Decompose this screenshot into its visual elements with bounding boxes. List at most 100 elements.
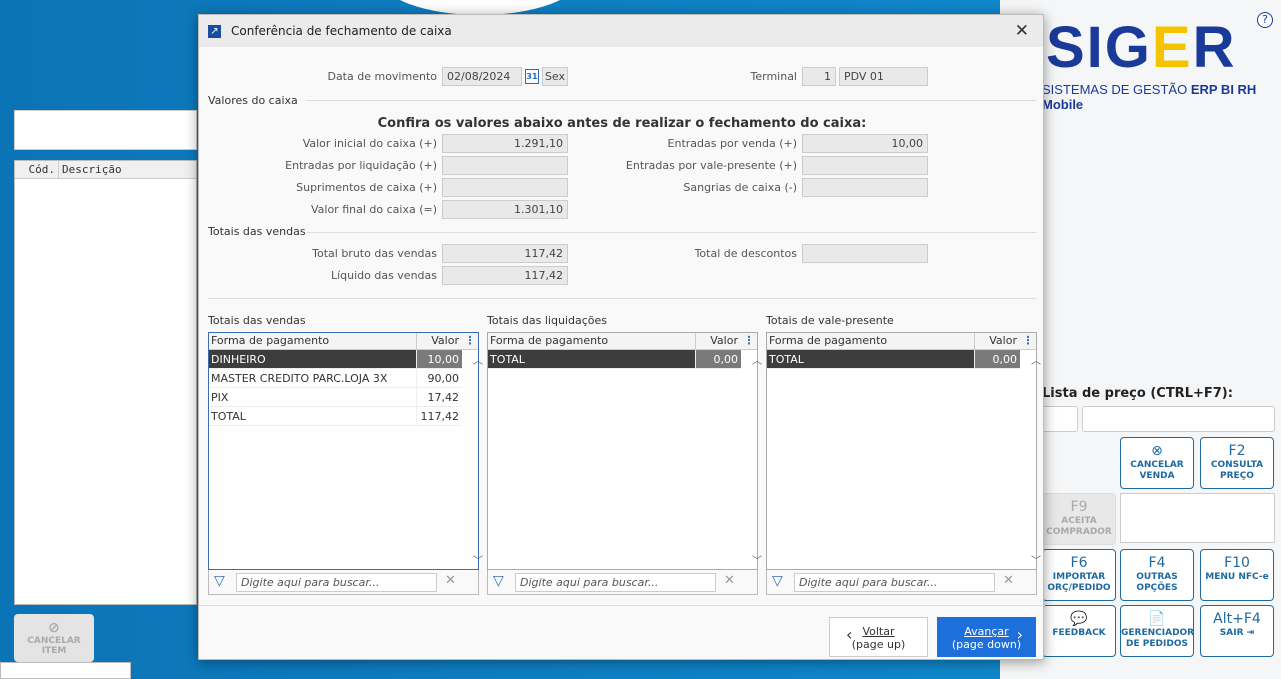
order-manager-button[interactable]: 📄 GERENCIADOR DE PEDIDOS	[1120, 605, 1194, 657]
column-description[interactable]: Descrição	[59, 161, 125, 178]
document-icon: 📄	[1148, 611, 1166, 627]
table-row[interactable]: MASTER CREDITO PARC.LOJA 3X 90,00	[209, 369, 462, 388]
column-menu-icon[interactable]: ⋮	[741, 333, 757, 349]
table-row[interactable]: TOTAL 0,00	[767, 350, 1020, 369]
settlements-filter-bar: ▽ Digite aqui para buscar... ✕	[487, 570, 758, 595]
chevron-up-icon: ︿	[752, 356, 762, 367]
discounts-label: Total de descontos	[694, 247, 797, 260]
bottom-field[interactable]	[0, 662, 131, 679]
close-button[interactable]: ✕	[1015, 21, 1029, 41]
other-options-button[interactable]: F4 OUTRAS OPÇÕES	[1120, 549, 1194, 601]
gift-card-entries-field	[802, 156, 928, 175]
sales-entries-label: Entradas por venda (+)	[667, 137, 797, 150]
table-row[interactable]: TOTAL 117,42	[209, 407, 462, 426]
column-code[interactable]: Cód.	[15, 161, 59, 178]
sales-grid-title: Totais das vendas	[208, 314, 306, 327]
column-menu-icon[interactable]: ⋮	[462, 333, 478, 349]
items-grid[interactable]: Cód. Descrição	[14, 160, 197, 605]
divider	[306, 232, 1036, 233]
feedback-button[interactable]: 💬 FEEDBACK	[1042, 605, 1116, 657]
gross-sales-field: 117,42	[442, 244, 568, 263]
initial-value-label: Valor inicial do caixa (+)	[302, 137, 437, 150]
price-check-button[interactable]: F2 CONSULTA PREÇO	[1200, 437, 1274, 489]
gift-card-search-input[interactable]: Digite aqui para buscar...	[794, 573, 995, 592]
column-payment-method[interactable]: Forma de pagamento	[767, 333, 975, 349]
section-sales-totals: Totais das vendas	[208, 225, 306, 238]
final-value-label: Valor final do caixa (=)	[310, 203, 437, 216]
settlements-search-input[interactable]: Digite aqui para buscar...	[515, 573, 716, 592]
accept-buyer-button: F9 ACEITA COMPRADOR	[1042, 493, 1116, 545]
scrollbar[interactable]: ︿ ﹀	[462, 350, 483, 569]
gift-card-filter-bar: ▽ Digite aqui para buscar... ✕	[766, 570, 1037, 595]
table-row[interactable]: DINHEIRO 10,00	[209, 350, 462, 369]
column-value[interactable]: Valor	[975, 333, 1020, 349]
settlement-entries-label: Entradas por liquidação (+)	[285, 159, 437, 172]
cancel-circle-icon: ⊗	[1151, 443, 1163, 459]
chat-icon: 💬	[1070, 611, 1088, 627]
cancel-item-label: CANCELAR ITEM	[27, 636, 81, 656]
clear-icon[interactable]: ✕	[724, 573, 735, 588]
divider	[208, 298, 1036, 299]
column-value[interactable]: Valor	[696, 333, 741, 349]
chevron-right-icon: ›	[1016, 625, 1023, 644]
siger-logo: SIGER	[1046, 15, 1237, 80]
gift-card-grid-title: Totais de vale-presente	[766, 314, 894, 327]
cancel-item-icon: ⊘	[48, 620, 60, 636]
final-value-field: 1.301,10	[442, 200, 568, 219]
chevron-down-icon: ﹀	[1031, 556, 1041, 567]
filter-icon[interactable]: ▽	[772, 573, 783, 589]
price-list-code-input[interactable]	[1040, 406, 1078, 432]
divider	[306, 100, 1036, 101]
discounts-field	[802, 244, 928, 263]
gift-card-totals-grid[interactable]: Forma de pagamento Valor ⋮ TOTAL 0,00 ︿ ﹀	[766, 332, 1041, 570]
initial-value-field: 1.291,10	[442, 134, 568, 153]
column-menu-icon[interactable]: ⋮	[1020, 333, 1036, 349]
back-button[interactable]: ‹ Voltar (page up)	[829, 617, 928, 657]
cancel-sale-button[interactable]: ⊗ CANCELAR VENDA	[1120, 437, 1194, 489]
column-value[interactable]: Valor	[417, 333, 462, 349]
filter-icon[interactable]: ▽	[493, 573, 504, 589]
table-row[interactable]: PIX 17,42	[209, 388, 462, 407]
sales-totals-grid[interactable]: Forma de pagamento Valor ⋮ DINHEIRO 10,00 M…	[208, 332, 483, 570]
cancel-item-button[interactable]: ⊘ CANCELAR ITEM	[14, 614, 94, 662]
net-sales-label: Líquido das vendas	[330, 269, 437, 282]
settlements-totals-grid[interactable]: Forma de pagamento Valor ⋮ TOTAL 0,00 ︿ ﹀	[487, 332, 762, 570]
section-cash-values: Valores do caixa	[208, 94, 298, 107]
clear-icon[interactable]: ✕	[1003, 573, 1014, 588]
column-payment-method[interactable]: Forma de pagamento	[209, 333, 417, 349]
column-payment-method[interactable]: Forma de pagamento	[488, 333, 696, 349]
scrollbar[interactable]: ︿ ﹀	[1020, 350, 1041, 569]
terminal-number-field: 1	[802, 67, 836, 86]
chevron-up-icon: ︿	[473, 356, 483, 367]
settlement-entries-field	[442, 156, 568, 175]
logo-subtitle: SISTEMAS DE GESTÃO ERP BI RH Mobile	[1042, 82, 1257, 112]
help-icon[interactable]: ?	[1257, 12, 1273, 28]
nfce-menu-button[interactable]: F10 MENU NFC-e	[1200, 549, 1274, 601]
clear-icon[interactable]: ✕	[445, 573, 456, 588]
scrollbar[interactable]: ︿ ﹀	[741, 350, 762, 569]
next-button[interactable]: › Avançar (page down)	[937, 617, 1036, 657]
chevron-down-icon: ﹀	[752, 556, 762, 567]
price-list-label: Lista de preço (CTRL+F7):	[1042, 386, 1233, 401]
dialog-title: Conferência de fechamento de caixa	[231, 24, 452, 38]
filter-icon[interactable]: ▽	[214, 573, 225, 589]
price-list-name-input[interactable]	[1082, 406, 1275, 432]
date-label: Data de movimento	[327, 70, 437, 83]
chevron-up-icon: ︿	[1031, 356, 1041, 367]
chevron-left-icon: ‹	[846, 625, 853, 644]
items-grid-header: Cód. Descrição	[15, 161, 196, 179]
import-order-button[interactable]: F6 IMPORTAR ORÇ/PEDIDO	[1042, 549, 1116, 601]
exit-button[interactable]: Alt+F4 SAIR ⇥	[1200, 605, 1274, 657]
gross-sales-label: Total bruto das vendas	[312, 247, 437, 260]
withdrawals-field	[802, 178, 928, 197]
divider	[199, 605, 1045, 606]
sales-filter-bar: ▽ Digite aqui para buscar... ✕	[208, 570, 479, 595]
sales-search-input[interactable]: Digite aqui para buscar...	[236, 573, 437, 592]
app-arrow-icon: ↗	[208, 24, 221, 38]
supplies-label: Suprimentos de caixa (+)	[296, 181, 437, 194]
table-row[interactable]: TOTAL 0,00	[488, 350, 741, 369]
product-search-input[interactable]	[14, 110, 197, 150]
date-field[interactable]: 02/08/2024	[442, 67, 522, 86]
terminal-name-field: PDV 01	[839, 67, 928, 86]
calendar-icon[interactable]: 31	[525, 69, 539, 84]
